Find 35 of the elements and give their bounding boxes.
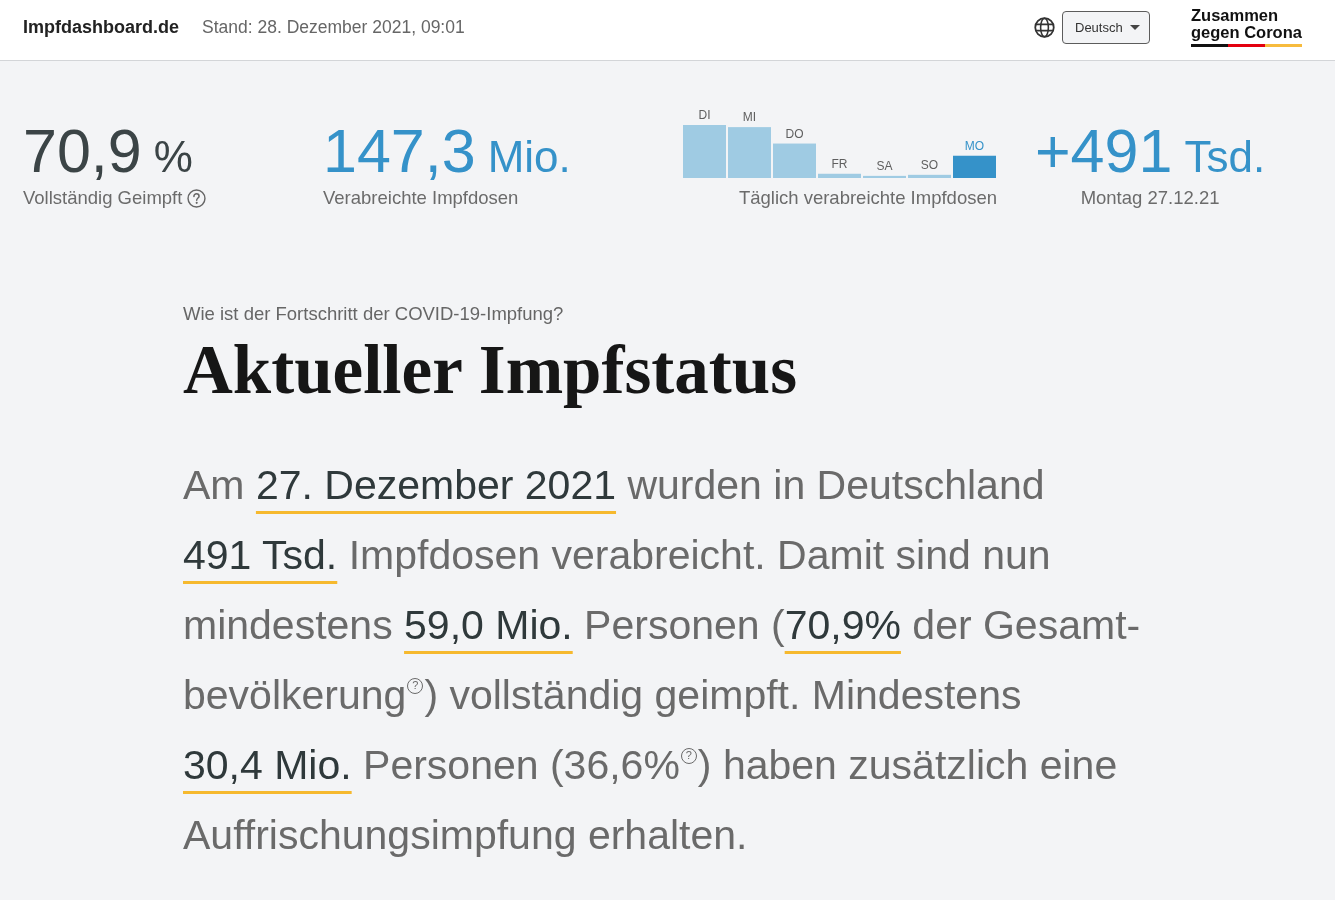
stat-label: Verabreichte Impfdosen: [323, 187, 519, 209]
chart-bar: [818, 173, 861, 178]
caret-icon: [1130, 24, 1140, 30]
summary-paragraph: Am 27. Dezember 2021 wurden in Deutschland 491 Tsd. Impfdosen verabreicht. Damit sind nun mindestens 59,0 Mio. Personen (70,9% der Gesamt-bevölkerung$^{?}$) vollständig geimpft. Mindestens 30,4 Mio. Personen (36,6%$^{?}$) haben zusätzlich eine Auffrischungsimpfung erhalten.: [183, 461, 1142, 860]
day-label: DO: [785, 126, 804, 141]
chart-bar: [728, 127, 771, 178]
day-label: DI: [698, 108, 711, 122]
stat-unit: Tsd.: [1184, 131, 1266, 183]
globe-icon: [1034, 16, 1055, 38]
stat-value: 70,9: [23, 120, 142, 182]
chart-bar: [773, 143, 816, 178]
chart-bar: [953, 155, 996, 178]
stat-label: Vollständig Geimpft: [23, 187, 183, 209]
chart-caption: Täglich verabreichte Impfdosen: [738, 187, 997, 209]
day-label: SO: [920, 157, 939, 172]
day-label: MO: [964, 138, 985, 153]
chart-bar: [863, 175, 906, 178]
stat-unit: Mio.: [487, 131, 571, 183]
help-icon[interactable]: [187, 188, 207, 208]
day-label: SA: [876, 158, 893, 173]
site-title[interactable]: Impfdashboard.de: [23, 16, 179, 38]
day-label: MI: [742, 110, 757, 125]
day-label: FR: [831, 156, 848, 171]
stat-unit: %: [153, 131, 193, 183]
chart-bar: [908, 174, 951, 178]
stat-label: Montag 27.12.21: [1080, 187, 1220, 209]
language-select[interactable]: Deutsch: [1062, 10, 1150, 44]
update-timestamp: Stand: 28. Dezember 2021, 09:01: [202, 16, 465, 38]
chart-bar: [683, 125, 726, 178]
stat-value: 147,3: [323, 120, 476, 182]
section-kicker: Wie ist der Fortschritt der COVID-19-Impfung?: [183, 302, 564, 326]
logo-text: Zusammen gegen Corona: [1191, 7, 1303, 41]
section-title: Aktueller Impfstatus: [183, 332, 797, 408]
stat-value: +491: [1035, 120, 1173, 182]
flag-stripe-icon: [1191, 44, 1302, 47]
